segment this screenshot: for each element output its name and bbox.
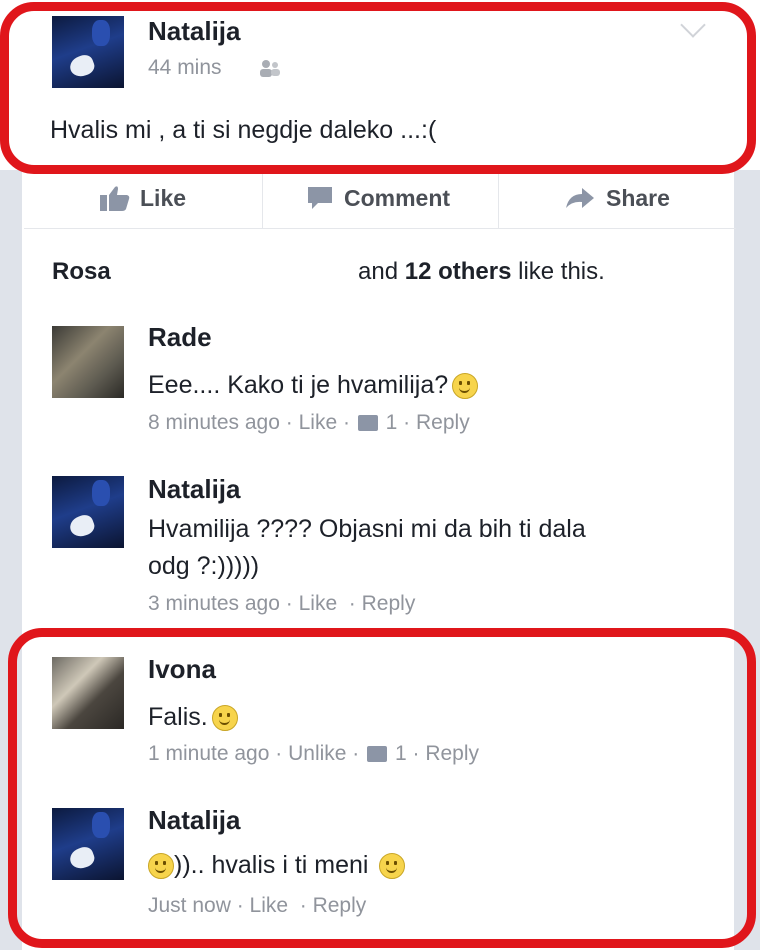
share-button[interactable]: Share [564,178,670,218]
likes-and: and [358,258,399,285]
likes-others: 12 others [404,258,512,285]
likes-like-this: like this. [518,258,605,285]
comment-text-line1: Hvamilija ???? Objasni mi da bih ti dala [148,515,586,543]
post-action-bar: Like Comment Share [24,170,736,229]
comment-like-count[interactable]: 1 [386,411,398,434]
comment-reply-button[interactable]: Reply [362,592,416,615]
share-arrow-icon [566,188,594,208]
comment-like-button[interactable]: Like [299,592,338,615]
likes-summary[interactable]: and 12 others like this. [358,258,605,286]
highlight-box-post [0,2,756,174]
comment-time[interactable]: 8 minutes ago [148,411,280,434]
commenter-avatar[interactable] [52,326,124,398]
comment-text-line2: odg ?:))))) [148,552,260,580]
like-label: Like [140,184,187,211]
like-button[interactable]: Like [100,178,186,218]
comment-meta: 3 minutes ago · Like · Reply [148,592,416,615]
comment-icon [308,187,332,209]
divider [262,170,263,228]
comment-author[interactable]: Rade [148,322,212,353]
thumbs-up-icon [357,415,378,432]
likes-first-name[interactable]: Rosa [52,258,111,286]
comment-meta: 8 minutes ago · Like · 1 · Reply [148,411,470,434]
comment-author[interactable]: Natalija [148,474,241,505]
comment-label: Comment [344,184,451,211]
comment-time[interactable]: 3 minutes ago [148,592,280,615]
divider [498,170,499,228]
comment-button[interactable]: Comment [306,178,450,218]
comment-like-button[interactable]: Like [299,411,338,434]
highlight-box-comments [8,628,756,948]
commenter-avatar[interactable] [52,476,124,548]
smile-emoji-icon [452,373,479,400]
comment-text: Eee.... Kako ti je hvamilija? [148,368,479,402]
comment-text-content: Eee.... Kako ti je hvamilija? [148,371,449,399]
comment-reply-button[interactable]: Reply [416,411,470,434]
thumbs-up-icon [100,186,130,211]
share-label: Share [606,184,670,211]
